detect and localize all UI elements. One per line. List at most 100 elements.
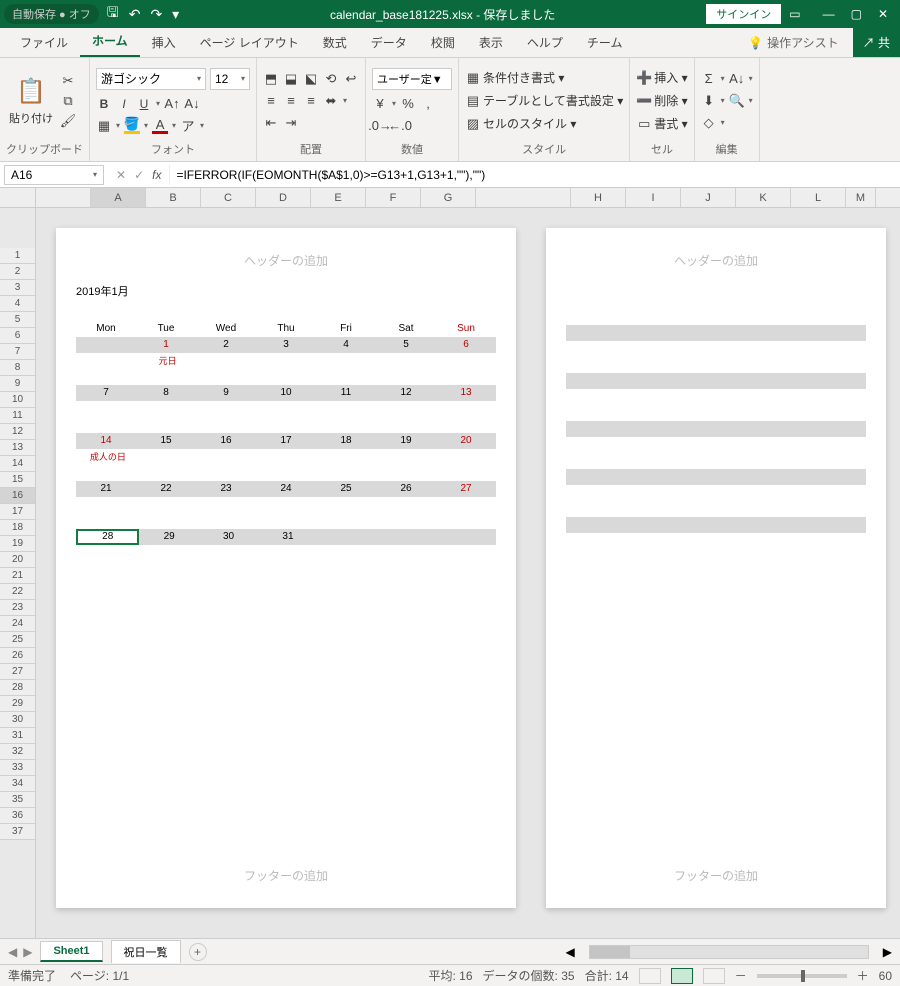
sheet-tab-holidays[interactable]: 祝日一覧 bbox=[111, 940, 181, 963]
prev-sheet-icon[interactable]: ◀ bbox=[8, 945, 17, 959]
maximize-icon[interactable]: ▢ bbox=[851, 7, 862, 21]
format-as-table-button[interactable]: ▤テーブルとして書式設定 ▾ bbox=[465, 92, 623, 109]
decrease-decimal-icon[interactable]: ←.0 bbox=[392, 118, 408, 134]
conditional-format-button[interactable]: ▦条件付き書式 ▾ bbox=[465, 69, 623, 86]
footer-placeholder[interactable]: フッターの追加 bbox=[76, 859, 496, 892]
formula-input[interactable]: =IFERROR(IF(EOMONTH($A$1,0)>=G13+1,G13+1… bbox=[169, 165, 900, 185]
fill-color-icon[interactable]: 🪣 bbox=[124, 118, 140, 134]
scroll-thumb[interactable] bbox=[590, 946, 630, 958]
currency-icon[interactable]: ¥ bbox=[372, 96, 388, 112]
delete-cells-button[interactable]: ➖削除 ▾ bbox=[636, 92, 687, 109]
fill-icon[interactable]: ⬇ bbox=[701, 93, 717, 109]
scroll-right-icon[interactable]: ▶ bbox=[883, 945, 892, 959]
page-layout-view-icon[interactable] bbox=[671, 968, 693, 984]
align-left-icon[interactable]: ≡ bbox=[263, 93, 279, 109]
tab-file[interactable]: ファイル bbox=[8, 28, 80, 57]
borders-icon[interactable]: ▦ bbox=[96, 118, 112, 134]
decrease-indent-icon[interactable]: ⇤ bbox=[263, 115, 279, 131]
undo-icon[interactable]: ↶ bbox=[129, 6, 141, 23]
redo-icon[interactable]: ↷ bbox=[150, 6, 162, 23]
align-bottom-icon[interactable]: ⬕ bbox=[303, 71, 319, 87]
next-sheet-icon[interactable]: ▶ bbox=[23, 945, 32, 959]
status-count: データの個数: 35 bbox=[483, 967, 575, 984]
page-break-view-icon[interactable] bbox=[703, 968, 725, 984]
tab-page-layout[interactable]: ページ レイアウト bbox=[188, 28, 311, 57]
header-placeholder-2[interactable]: ヘッダーの追加 bbox=[566, 244, 866, 277]
tab-formulas[interactable]: 数式 bbox=[311, 28, 359, 57]
align-right-icon[interactable]: ≡ bbox=[303, 93, 319, 109]
tab-team[interactable]: チーム bbox=[575, 28, 635, 57]
clear-icon[interactable]: ◇ bbox=[701, 115, 717, 131]
cut-icon[interactable]: ✂ bbox=[60, 73, 76, 89]
wrap-text-icon[interactable]: ↩ bbox=[343, 71, 359, 87]
sheet-tab-sheet1[interactable]: Sheet1 bbox=[40, 941, 102, 962]
save-icon[interactable]: 🖫 bbox=[107, 2, 119, 26]
autosum-icon[interactable]: Σ bbox=[701, 71, 717, 87]
add-sheet-button[interactable]: + bbox=[189, 943, 207, 961]
insert-cells-button[interactable]: ➕挿入 ▾ bbox=[636, 69, 687, 86]
increase-indent-icon[interactable]: ⇥ bbox=[283, 115, 299, 131]
find-icon[interactable]: 🔍 bbox=[729, 93, 745, 109]
phonetic-icon[interactable]: ア bbox=[180, 118, 196, 134]
autosave-toggle[interactable]: 自動保存 ● オフ bbox=[4, 4, 99, 24]
tab-review[interactable]: 校閲 bbox=[419, 28, 467, 57]
tab-view[interactable]: 表示 bbox=[467, 28, 515, 57]
fx-icon[interactable]: fx bbox=[152, 168, 161, 182]
align-middle-icon[interactable]: ⬓ bbox=[283, 71, 299, 87]
minimize-icon[interactable]: — bbox=[823, 7, 835, 21]
orientation-icon[interactable]: ⟲ bbox=[323, 71, 339, 87]
select-all-corner[interactable] bbox=[0, 188, 36, 208]
font-size-combo[interactable]: 12▾ bbox=[210, 68, 250, 90]
status-bar: 準備完了 ページ: 1/1 平均: 16 データの個数: 35 合計: 14 －… bbox=[0, 964, 900, 986]
increase-font-icon[interactable]: A↑ bbox=[164, 96, 180, 112]
merge-icon[interactable]: ⬌ bbox=[323, 93, 339, 109]
paste-button[interactable]: 📋 貼り付け bbox=[6, 62, 56, 139]
footer-placeholder-2[interactable]: フッターの追加 bbox=[566, 859, 866, 892]
horizontal-scrollbar[interactable]: ◀ ▶ bbox=[215, 945, 892, 959]
name-box[interactable]: A16▾ bbox=[4, 165, 104, 185]
normal-view-icon[interactable] bbox=[639, 968, 661, 984]
format-cells-button[interactable]: ▭書式 ▾ bbox=[636, 115, 687, 132]
share-button[interactable]: ↗ 共 bbox=[853, 28, 900, 57]
sheet-canvas[interactable]: ヘッダーの追加 2019年1月 MonTueWedThuFriSatSun 12… bbox=[36, 208, 900, 938]
format-painter-icon[interactable]: 🖌 bbox=[60, 113, 76, 129]
font-name-combo[interactable]: 游ゴシック▾ bbox=[96, 68, 206, 90]
close-icon[interactable]: ✕ bbox=[878, 7, 888, 21]
tab-home[interactable]: ホーム bbox=[80, 26, 140, 57]
active-cell[interactable]: 28 bbox=[76, 529, 139, 545]
increase-decimal-icon[interactable]: .0→ bbox=[372, 118, 388, 134]
scroll-left-icon[interactable]: ◀ bbox=[566, 945, 575, 959]
ribbon-display-icon[interactable]: ▭ bbox=[789, 7, 800, 21]
cancel-formula-icon[interactable]: ✕ bbox=[116, 168, 126, 182]
percent-icon[interactable]: % bbox=[400, 96, 416, 112]
zoom-out-icon[interactable]: － bbox=[735, 967, 747, 984]
underline-icon[interactable]: U bbox=[136, 96, 152, 112]
bold-icon[interactable]: B bbox=[96, 96, 112, 112]
copy-icon[interactable]: ⧉ bbox=[60, 93, 76, 109]
align-center-icon[interactable]: ≡ bbox=[283, 93, 299, 109]
tab-insert[interactable]: 挿入 bbox=[140, 28, 188, 57]
signin-button[interactable]: サインイン bbox=[706, 4, 781, 24]
tab-help[interactable]: ヘルプ bbox=[515, 28, 575, 57]
italic-icon[interactable]: I bbox=[116, 96, 132, 112]
zoom-level[interactable]: 60 bbox=[879, 969, 892, 983]
align-top-icon[interactable]: ⬒ bbox=[263, 71, 279, 87]
lightbulb-icon: 💡 bbox=[748, 36, 763, 50]
week-2: 78910111213 bbox=[76, 385, 496, 401]
sort-filter-icon[interactable]: A↓ bbox=[729, 71, 745, 87]
qat-customize-icon[interactable]: ▾ bbox=[172, 6, 179, 23]
comma-icon[interactable]: , bbox=[420, 96, 436, 112]
group-styles: ▦条件付き書式 ▾ ▤テーブルとして書式設定 ▾ ▨セルのスタイル ▾ スタイル bbox=[459, 58, 630, 161]
zoom-in-icon[interactable]: ＋ bbox=[857, 967, 869, 984]
column-headers[interactable]: A B C D E F G H I J K L M bbox=[36, 188, 900, 208]
cell-styles-button[interactable]: ▨セルのスタイル ▾ bbox=[465, 115, 623, 132]
decrease-font-icon[interactable]: A↓ bbox=[184, 96, 200, 112]
number-format-combo[interactable]: ユーザー定▼ bbox=[372, 68, 452, 90]
zoom-slider[interactable] bbox=[757, 974, 847, 978]
enter-formula-icon[interactable]: ✓ bbox=[134, 168, 144, 182]
row-headers[interactable]: 123 456 789 101112 131415 161718 192021 … bbox=[0, 208, 36, 938]
tell-me-search[interactable]: 💡操作アシスト bbox=[738, 28, 848, 57]
font-color-icon[interactable]: A bbox=[152, 118, 168, 134]
tab-data[interactable]: データ bbox=[359, 28, 419, 57]
header-placeholder[interactable]: ヘッダーの追加 bbox=[76, 244, 496, 277]
